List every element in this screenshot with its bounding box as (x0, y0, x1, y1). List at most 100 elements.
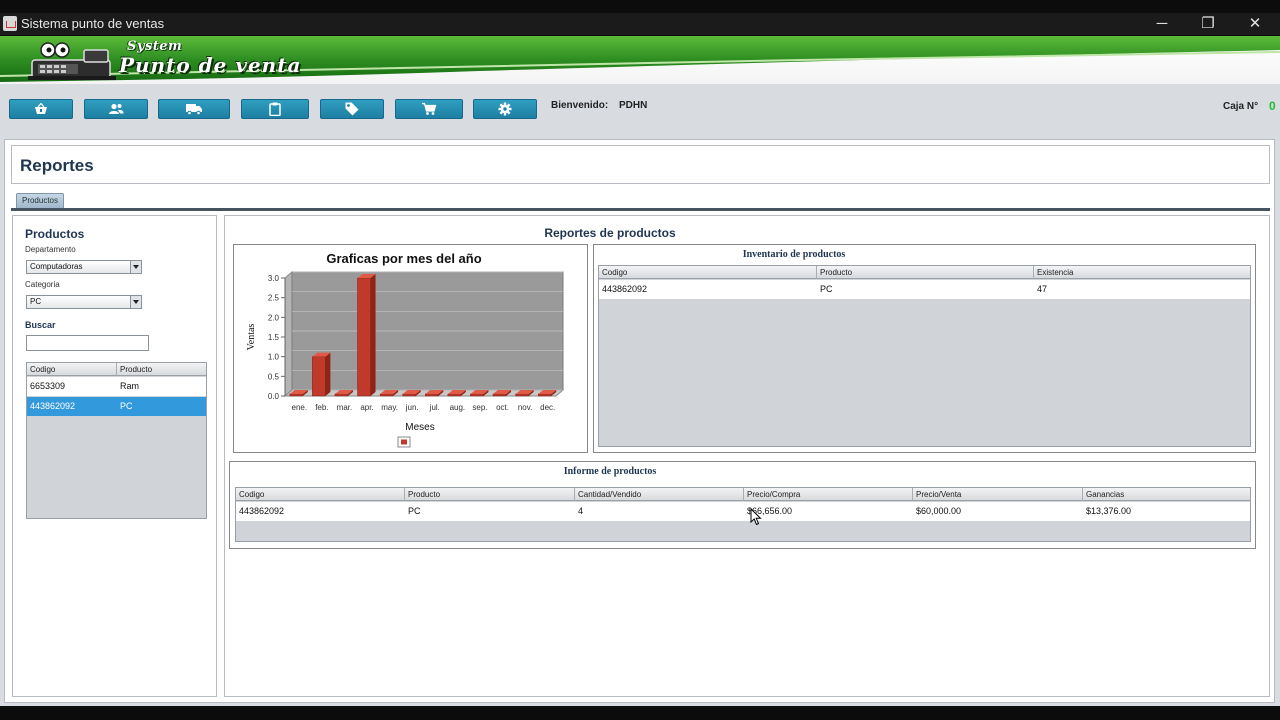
cell-producto: Ram (120, 381, 140, 391)
app-banner: System Punto de venta (0, 36, 1280, 84)
cell-existencia: 47 (1037, 284, 1048, 294)
column-header-producto[interactable]: Producto (117, 363, 206, 376)
cell-producto: PC (408, 506, 421, 516)
x-tick-label: may. (381, 403, 398, 412)
truck-icon (186, 104, 202, 115)
x-tick-label: dec. (540, 403, 555, 412)
minimize-button[interactable]: ─ (1140, 13, 1184, 35)
chevron-down-icon (130, 261, 141, 273)
cell-codigo: 6653309 (30, 381, 66, 391)
y-tick-label: 3.0 (268, 274, 280, 283)
column-header-codigo[interactable]: Codigo (236, 488, 405, 501)
column-header-ganancias[interactable]: Ganancias (1083, 488, 1250, 501)
chevron-down-icon (130, 296, 141, 308)
welcome-label: Bienvenido: (551, 100, 609, 111)
gear-icon (498, 102, 512, 116)
welcome-text: Bienvenido: PDHN (551, 100, 647, 111)
caja-number: 0 (1269, 99, 1276, 113)
department-label: Departamento (25, 245, 76, 254)
chart-side-wall (284, 270, 293, 398)
productos-filter-panel: Productos Departamento Computadoras Cate… (12, 215, 217, 697)
column-header-precio-compra[interactable]: Precio/Compra (744, 488, 913, 501)
maximize-button[interactable]: ❐ (1186, 13, 1230, 35)
y-tick-label: 2.0 (268, 313, 280, 322)
table-row-selected[interactable]: 443862092 PC (27, 397, 206, 416)
page-title-panel: Reportes (11, 145, 1270, 184)
cell-producto: PC (820, 284, 833, 294)
table-row[interactable]: 443862092 PC 47 (599, 280, 1250, 299)
ventas-button[interactable] (9, 99, 73, 119)
column-header-existencia[interactable]: Existencia (1034, 266, 1250, 279)
column-header-codigo[interactable]: Codigo (599, 266, 817, 279)
mouse-cursor-icon (750, 508, 762, 526)
configuracion-button[interactable] (473, 99, 537, 119)
products-table-header: Codigo Producto (27, 363, 206, 376)
x-tick-label: sep. (472, 403, 487, 412)
column-header-cantidad[interactable]: Cantidad/Vendido (575, 488, 744, 501)
close-button[interactable]: ✕ (1233, 13, 1277, 35)
x-tick-label: ene. (292, 403, 308, 412)
banner-title-text: Punto de venta (119, 53, 302, 77)
x-tick-label: oct. (496, 403, 509, 412)
bar (470, 393, 484, 397)
table-row[interactable]: 6653309 Ram (27, 377, 206, 396)
bar (537, 393, 552, 397)
bar (425, 393, 439, 397)
bar (379, 393, 394, 397)
column-header-precio-venta[interactable]: Precio/Venta (913, 488, 1083, 501)
bar (357, 277, 371, 397)
tab-strip-line (11, 208, 1270, 211)
inventory-table-header: Codigo Producto Existencia (599, 266, 1250, 279)
cell-codigo: 443862092 (602, 284, 648, 294)
report-panel: Informe de productos Codigo Producto Can… (229, 461, 1256, 549)
compras-button[interactable] (395, 99, 463, 119)
x-tick-label: jul. (429, 403, 440, 412)
inventory-panel: Inventario de productos Codigo Producto … (593, 244, 1256, 453)
x-tick-label: feb. (315, 403, 328, 412)
column-header-codigo[interactable]: Codigo (27, 363, 117, 376)
clientes-button[interactable] (84, 99, 148, 119)
x-tick-label: aug. (450, 403, 466, 412)
inventario-button[interactable] (241, 99, 309, 119)
y-tick-label: 0.0 (268, 392, 280, 401)
tab-productos[interactable]: Productos (16, 193, 64, 208)
bar (492, 393, 507, 397)
bar (402, 393, 416, 397)
x-tick-label: jun. (405, 403, 419, 412)
cell-codigo: 443862092 (30, 401, 76, 411)
category-select[interactable]: PC (26, 295, 142, 309)
column-header-producto[interactable]: Producto (405, 488, 575, 501)
x-tick-label: mar. (337, 403, 353, 412)
bar (334, 393, 349, 397)
users-icon (109, 103, 124, 114)
productos-button[interactable] (320, 99, 384, 119)
x-tick-label: nov. (518, 403, 533, 412)
legend-swatch (401, 439, 407, 445)
proveedores-button[interactable] (158, 99, 230, 119)
cell-codigo: 443862092 (239, 506, 285, 516)
y-tick-label: 0.5 (268, 372, 280, 381)
basket-icon (35, 103, 47, 114)
bar-side (370, 274, 376, 396)
report-title: Informe de productos (563, 466, 657, 477)
search-label: Buscar (25, 320, 56, 330)
sales-chart: Graficas por mes del año 0.0 0.5 1.0 1.5 2.0 2… (246, 251, 565, 448)
cell-ganancias: $13,376.00 (1086, 506, 1132, 516)
reportes-panel: Reportes de productos Graficas por mes d… (224, 215, 1270, 697)
x-axis-label: Meses (405, 422, 434, 433)
clipboard-icon (269, 102, 281, 116)
category-value: PC (30, 297, 42, 306)
page-title: Reportes (20, 156, 94, 175)
y-tick-label: 1.0 (268, 353, 280, 362)
bar (515, 393, 529, 397)
y-tick-label: 1.5 (268, 333, 280, 342)
window-titlebar: Sistema punto de ventas ─ ❐ ✕ (0, 13, 1280, 35)
main-area: Bienvenido: PDHN Caja N° 0 Reportes Prod… (0, 84, 1280, 706)
column-header-producto[interactable]: Producto (817, 266, 1034, 279)
department-select[interactable]: Computadoras (26, 260, 142, 274)
current-user: PDHN (619, 100, 648, 111)
sales-chart-panel: Graficas por mes del año 0.0 0.5 1.0 1.5 2.0 2… (233, 244, 588, 453)
table-row[interactable]: 443862092 PC 4 $66,656.00 $60,000.00 $13… (236, 502, 1250, 521)
search-input[interactable] (26, 335, 149, 351)
bar (447, 393, 462, 397)
